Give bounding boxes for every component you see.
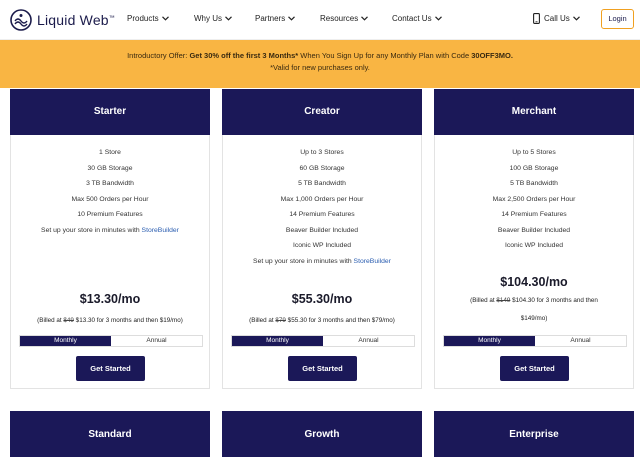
plan-card-standard: Standard	[10, 411, 210, 457]
nav-why-us-label: Why Us	[194, 14, 222, 23]
promo-banner: Introductory Offer: Get 30% off the firs…	[0, 40, 640, 88]
chevron-down-icon	[572, 16, 580, 21]
call-us-label: Call Us	[544, 14, 570, 23]
promo-middle: When You Sign Up for any Monthly Plan wi…	[298, 51, 472, 60]
promo-lead: Introductory Offer:	[127, 51, 190, 60]
nav-products-label: Products	[127, 14, 159, 23]
plan-title: Merchant	[434, 89, 634, 135]
billing-note: (Billed at $149 $104.30 for 3 months and…	[439, 292, 629, 328]
plan-price: $104.30/mo	[500, 275, 568, 289]
feature-item: 14 Premium Features	[289, 211, 355, 218]
nav-resources-label: Resources	[320, 14, 359, 23]
feature-item: 60 GB Storage	[299, 164, 345, 172]
login-button[interactable]: Login	[601, 9, 634, 29]
toggle-monthly[interactable]: Monthly	[20, 336, 111, 346]
plan-card-merchant: Merchant Up to 5 Stores 100 GB Storage 5…	[434, 89, 634, 389]
nav-contact-us[interactable]: Contact Us	[392, 14, 442, 23]
billing-note-line2: $149/mo)	[520, 315, 548, 322]
feature-item: Beaver Builder Included	[285, 226, 359, 234]
feature-item: Iconic WP Included	[504, 242, 564, 249]
feature-item: Max 2,500 Orders per Hour	[492, 195, 576, 203]
feature-item: 100 GB Storage	[509, 164, 559, 172]
feature-list: Up to 5 Stores 100 GB Storage 5 TB Bandw…	[435, 135, 633, 254]
feature-item: 3 TB Bandwidth	[86, 180, 134, 187]
billing-toggle: Monthly Annual	[19, 335, 203, 347]
promo-code: 30OFF3MO.	[471, 51, 513, 60]
nav-products[interactable]: Products	[127, 14, 169, 23]
storebuilder-link[interactable]: StoreBuilder	[142, 227, 179, 234]
plan-card-creator: Creator Up to 3 Stores 60 GB Storage 5 T…	[222, 89, 422, 389]
plan-title: Starter	[10, 89, 210, 135]
chevron-down-icon	[225, 16, 232, 21]
feature-item: Max 500 Orders per Hour	[71, 195, 149, 203]
promo-offer: Get 30% off the first 3 Months*	[189, 51, 299, 60]
feature-item: Up to 5 Stores	[512, 149, 556, 156]
plan-price: $55.30/mo	[291, 292, 353, 306]
nav-contact-us-label: Contact Us	[392, 14, 432, 23]
billing-toggle: Monthly Annual	[443, 335, 627, 347]
liquid-web-logo-icon	[10, 9, 32, 31]
feature-item: 30 GB Storage	[87, 164, 133, 172]
feature-list: 1 Store 30 GB Storage 3 TB Bandwidth Max…	[11, 135, 209, 238]
plan-price: $13.30/mo	[79, 292, 141, 306]
feature-item: 10 Premium Features	[77, 211, 143, 218]
storebuilder-link[interactable]: StoreBuilder	[354, 258, 391, 265]
storebuilder-prefix: Set up your store in minutes with	[253, 257, 354, 265]
feature-item: 14 Premium Features	[501, 211, 567, 218]
toggle-annual[interactable]: Annual	[323, 336, 414, 346]
storebuilder-note: Set up your store in minutes with StoreB…	[223, 254, 421, 270]
call-us-menu[interactable]: Call Us	[533, 13, 580, 24]
nav-resources[interactable]: Resources	[320, 14, 369, 23]
billing-note: (Billed at $49 $13.30 for 3 months and t…	[37, 317, 183, 324]
chevron-down-icon	[161, 16, 169, 21]
get-started-button[interactable]: Get Started	[288, 356, 357, 381]
nav-partners[interactable]: Partners	[255, 14, 296, 23]
plan-title: Creator	[222, 89, 422, 135]
nav-why-us[interactable]: Why Us	[194, 14, 232, 23]
feature-item: Max 1,000 Orders per Hour	[280, 195, 364, 203]
plan-card-enterprise: Enterprise	[434, 411, 634, 457]
brand-name: Liquid Web™	[37, 12, 115, 28]
toggle-monthly[interactable]: Monthly	[232, 336, 323, 346]
feature-item: 1 Store	[99, 149, 121, 156]
chevron-down-icon	[288, 16, 296, 21]
storebuilder-prefix: Set up your store in minutes with	[41, 226, 142, 234]
phone-icon	[533, 13, 540, 24]
feature-item: Iconic WP Included	[292, 242, 352, 249]
storebuilder-note: Set up your store in minutes with StoreB…	[11, 223, 209, 239]
get-started-button[interactable]: Get Started	[500, 356, 569, 381]
chevron-down-icon	[434, 16, 442, 21]
toggle-monthly[interactable]: Monthly	[444, 336, 535, 346]
chevron-down-icon	[361, 16, 369, 21]
toggle-annual[interactable]: Annual	[111, 336, 202, 346]
plan-card-starter: Starter 1 Store 30 GB Storage 3 TB Bandw…	[10, 89, 210, 389]
plan-card-growth: Growth	[222, 411, 422, 457]
feature-list: Up to 3 Stores 60 GB Storage 5 TB Bandwi…	[223, 135, 421, 269]
nav-partners-label: Partners	[255, 14, 286, 23]
feature-item: 5 TB Bandwidth	[298, 180, 346, 187]
feature-item: 5 TB Bandwidth	[510, 180, 558, 187]
site-header: Liquid Web™ Products Why Us Partners Res…	[0, 0, 640, 40]
billing-toggle: Monthly Annual	[231, 335, 415, 347]
promo-note: *Valid for new purchases only.	[270, 63, 370, 72]
feature-item: Beaver Builder Included	[497, 226, 571, 234]
logo[interactable]: Liquid Web™	[10, 8, 115, 32]
toggle-annual[interactable]: Annual	[535, 336, 626, 346]
billing-note: (Billed at $79 $55.30 for 3 months and t…	[249, 317, 395, 324]
feature-item: Up to 3 Stores	[300, 149, 344, 156]
get-started-button[interactable]: Get Started	[76, 356, 145, 381]
promo-line: Introductory Offer: Get 30% off the firs…	[0, 50, 640, 62]
